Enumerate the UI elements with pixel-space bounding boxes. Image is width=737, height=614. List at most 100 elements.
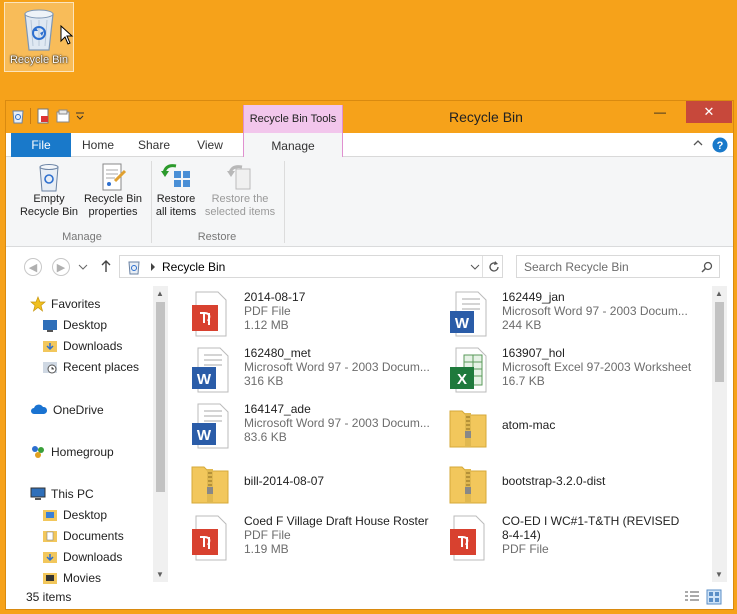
new-folder-icon[interactable] xyxy=(55,108,71,124)
pdf-icon xyxy=(450,515,485,561)
tab-share[interactable]: Share xyxy=(132,133,176,157)
breadcrumb-chevron-icon[interactable] xyxy=(150,262,156,271)
window-title: Recycle Bin xyxy=(449,109,523,125)
file-item[interactable]: W 162480_met Microsoft Word 97 - 2003 Doc… xyxy=(186,346,430,394)
address-path: Recycle Bin xyxy=(162,259,226,274)
nav-favorites[interactable]: Favorites xyxy=(30,296,100,312)
word-icon: W xyxy=(192,347,229,393)
word-icon: W xyxy=(450,291,487,337)
close-button[interactable]: ✕ xyxy=(686,101,732,123)
empty-recycle-bin-button[interactable]: Empty Recycle Bin xyxy=(14,161,84,219)
group-label-manage: Manage xyxy=(62,231,102,243)
tab-file[interactable]: File xyxy=(11,133,71,157)
restore-all-label-line2: all items xyxy=(155,206,197,218)
file-item[interactable]: bill-2014-08-07 xyxy=(186,458,324,506)
group-label-restore: Restore xyxy=(197,231,237,243)
refresh-icon[interactable] xyxy=(488,261,500,273)
zip-folder-icon xyxy=(449,410,487,448)
file-list: 2014-08-17 PDF File 1.12 MB W 162449_jan Mi… xyxy=(176,284,727,584)
minimize-button[interactable]: — xyxy=(646,101,674,123)
recycle-bin-icon xyxy=(24,9,54,51)
address-bar[interactable]: Recycle Bin xyxy=(119,255,503,278)
navigation-bar: ◀ ▶ Recycle Bin Search Recycle Bin xyxy=(6,248,733,284)
restore-sel-label-line1: Restore the xyxy=(211,193,269,205)
nav-homegroup[interactable]: Homegroup xyxy=(30,444,114,460)
status-bar: 35 items xyxy=(6,585,733,609)
nav-pc-movies[interactable]: Movies xyxy=(42,570,101,586)
large-icons-view-icon[interactable] xyxy=(706,589,722,605)
nav-this-pc[interactable]: This PC xyxy=(30,486,94,502)
documents-folder-icon xyxy=(43,531,57,542)
star-icon xyxy=(30,296,46,312)
tab-view[interactable]: View xyxy=(188,133,232,157)
navigation-pane: Favorites Desktop Downloads Recent place… xyxy=(6,284,168,586)
zip-folder-icon xyxy=(191,466,229,504)
recent-locations-icon[interactable] xyxy=(78,263,88,271)
svg-text:X: X xyxy=(457,371,467,388)
file-item[interactable]: atom-mac xyxy=(444,402,555,450)
search-placeholder: Search Recycle Bin xyxy=(524,259,629,274)
file-item[interactable]: bootstrap-3.2.0-dist xyxy=(444,458,605,506)
downloads-folder-icon xyxy=(43,341,57,352)
ribbon-tabs: File Home Share View Manage ? xyxy=(6,133,733,158)
help-icon[interactable]: ? xyxy=(712,137,728,153)
properties-icon xyxy=(102,163,127,191)
address-dropdown-icon[interactable] xyxy=(470,264,480,270)
svg-text:?: ? xyxy=(717,140,724,152)
nav-pane-scrollbar[interactable]: ▲ ▼ xyxy=(153,286,168,582)
details-view-icon[interactable] xyxy=(684,590,700,604)
content-scrollbar[interactable]: ▲ ▼ xyxy=(712,286,727,582)
homegroup-icon xyxy=(32,446,44,458)
forward-button[interactable]: ▶ xyxy=(52,258,70,276)
empty-label-line1: Empty xyxy=(33,193,65,205)
nav-pc-downloads[interactable]: Downloads xyxy=(42,549,122,565)
nav-pc-desktop[interactable]: Desktop xyxy=(42,507,107,523)
nav-desktop[interactable]: Desktop xyxy=(42,317,107,333)
restore-all-label-line1: Restore xyxy=(156,193,196,205)
empty-recycle-bin-icon xyxy=(39,164,59,192)
item-count: 35 items xyxy=(26,590,72,604)
file-item[interactable]: W 164147_ade Microsoft Word 97 - 2003 Doc… xyxy=(186,402,430,450)
svg-text:W: W xyxy=(197,371,212,388)
nav-downloads[interactable]: Downloads xyxy=(42,338,122,354)
svg-text:W: W xyxy=(197,427,212,444)
file-item[interactable]: W 162449_jan Microsoft Word 97 - 2003 Doc… xyxy=(444,290,688,338)
restore-selected-icon xyxy=(227,165,251,190)
onedrive-cloud-icon xyxy=(31,404,48,414)
title-bar: Recycle Bin Tools Recycle Bin — ✕ xyxy=(6,101,733,133)
word-icon: W xyxy=(192,403,229,449)
pdf-icon xyxy=(192,515,227,561)
recent-places-icon xyxy=(43,362,57,374)
zip-folder-icon xyxy=(449,466,487,504)
props-label-line2: properties xyxy=(88,206,138,218)
nav-onedrive[interactable]: OneDrive xyxy=(30,402,104,418)
search-input[interactable]: Search Recycle Bin xyxy=(516,255,720,278)
pdf-icon xyxy=(192,291,227,337)
file-item[interactable]: X 163907_hol Microsoft Excel 97-2003 Work… xyxy=(444,346,691,394)
folder-icon xyxy=(43,510,57,521)
file-item[interactable]: CO-ED I WC#1-T&TH (REVISED 8-4-14) PDF Fil… xyxy=(444,514,679,562)
file-item[interactable]: Coed F Village Draft House Roster PDF Fil… xyxy=(186,514,429,562)
tab-manage[interactable]: Manage xyxy=(243,133,343,158)
contextual-tab-label: Recycle Bin Tools xyxy=(243,105,343,133)
restore-selected-items-button[interactable]: Restore the selected items xyxy=(202,161,278,219)
customize-dropdown-icon[interactable] xyxy=(75,108,85,124)
recycle-bin-properties-button[interactable]: Recycle Bin properties xyxy=(80,161,146,219)
svg-text:W: W xyxy=(455,315,470,332)
properties-icon[interactable] xyxy=(35,108,51,124)
nav-pc-documents[interactable]: Documents xyxy=(42,528,124,544)
ribbon: Empty Recycle Bin Recycle Bin properties… xyxy=(6,157,733,247)
downloads-folder-icon xyxy=(43,552,57,563)
quick-access-toolbar xyxy=(10,108,85,124)
file-item[interactable]: 2014-08-17 PDF File 1.12 MB xyxy=(186,290,305,338)
restore-all-icon xyxy=(161,164,190,187)
desktop-icon xyxy=(43,320,57,332)
restore-all-items-button[interactable]: Restore all items xyxy=(154,161,198,219)
search-icon[interactable] xyxy=(701,261,713,273)
up-arrow-icon[interactable] xyxy=(100,259,112,273)
tab-home[interactable]: Home xyxy=(76,133,120,157)
back-button[interactable]: ◀ xyxy=(24,258,42,276)
nav-recent-places[interactable]: Recent places xyxy=(42,359,139,375)
expand-ribbon-icon[interactable] xyxy=(692,137,704,149)
recycle-bin-small-icon[interactable] xyxy=(10,108,26,124)
